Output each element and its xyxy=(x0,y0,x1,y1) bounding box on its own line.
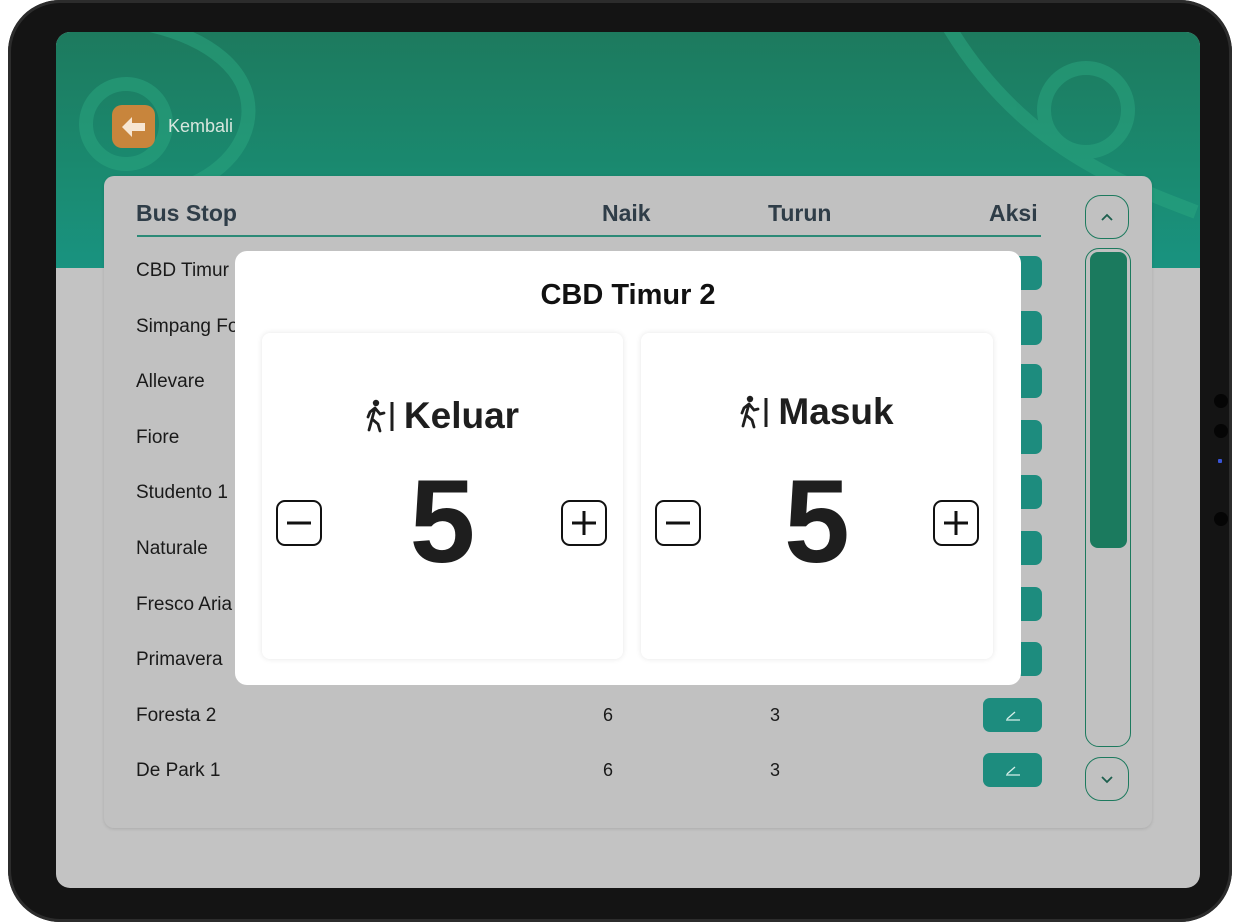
row-naik-value: 6 xyxy=(603,705,614,725)
row-turun-value: 3 xyxy=(770,760,781,780)
edit-icon xyxy=(1005,766,1020,776)
modal-title: CBD Timur 2 xyxy=(540,279,716,311)
scroll-down-button[interactable] xyxy=(1085,757,1129,801)
row-bus-stop-name: Foresta 2 xyxy=(136,705,217,726)
pedestrian-icon xyxy=(366,399,394,433)
masuk-heading: Masuk xyxy=(641,391,993,433)
minus-icon xyxy=(276,500,322,546)
scroll-up-button[interactable] xyxy=(1085,195,1129,239)
row-bus-stop-name: Studento 1 xyxy=(136,482,228,503)
back-button[interactable] xyxy=(112,105,155,148)
scrollbar-thumb[interactable] xyxy=(1090,252,1127,548)
row-bus-stop-name: Allevare xyxy=(136,371,205,392)
device-side-button xyxy=(1214,394,1228,408)
back-label[interactable]: Kembali xyxy=(168,116,233,137)
minus-icon xyxy=(655,500,701,546)
masuk-increment-button[interactable] xyxy=(933,500,979,546)
plus-icon xyxy=(561,500,607,546)
keluar-heading: Keluar xyxy=(262,395,623,437)
device-side-button xyxy=(1214,424,1228,438)
column-header-bus-stop: Bus Stop xyxy=(136,200,237,226)
row-bus-stop-name: Primavera xyxy=(136,649,223,670)
edit-button[interactable] xyxy=(983,753,1042,787)
chevron-down-icon xyxy=(1101,775,1113,783)
column-header-turun: Turun xyxy=(768,200,832,226)
masuk-label: Masuk xyxy=(778,391,894,432)
header-divider xyxy=(137,235,1041,237)
row-bus-stop-name: Naturale xyxy=(136,538,208,559)
row-bus-stop-name: Fiore xyxy=(136,427,180,448)
masuk-panel: Masuk 5 xyxy=(641,333,993,659)
row-bus-stop-name: CBD Timur 2 xyxy=(136,260,245,281)
row-bus-stop-name: Fresco Aria xyxy=(136,594,233,615)
column-header-naik: Naik xyxy=(602,200,651,226)
pedestrian-icon xyxy=(741,395,768,429)
column-header-aksi: Aksi xyxy=(989,200,1038,226)
row-naik-value: 6 xyxy=(603,760,614,780)
row-turun-value: 3 xyxy=(770,705,781,725)
plus-icon xyxy=(933,500,979,546)
passenger-count-modal: CBD Timur 2 Keluar 5 Masuk 5 xyxy=(235,251,1021,685)
edit-button[interactable] xyxy=(983,698,1042,732)
tablet-frame: Kembali Bus Stop Naik Turun Aksi CBD Tim… xyxy=(8,0,1232,922)
masuk-decrement-button[interactable] xyxy=(655,500,701,546)
edit-icon xyxy=(1005,711,1020,721)
device-side-button xyxy=(1214,512,1228,526)
keluar-increment-button[interactable] xyxy=(561,500,607,546)
chevron-up-icon xyxy=(1101,213,1113,221)
row-bus-stop-name: De Park 1 xyxy=(136,760,221,781)
app-screen: Kembali Bus Stop Naik Turun Aksi CBD Tim… xyxy=(56,32,1200,888)
device-led xyxy=(1218,459,1222,463)
arrow-left-icon xyxy=(121,116,145,137)
keluar-panel: Keluar 5 xyxy=(262,333,623,659)
keluar-label: Keluar xyxy=(403,395,520,436)
keluar-decrement-button[interactable] xyxy=(276,500,322,546)
